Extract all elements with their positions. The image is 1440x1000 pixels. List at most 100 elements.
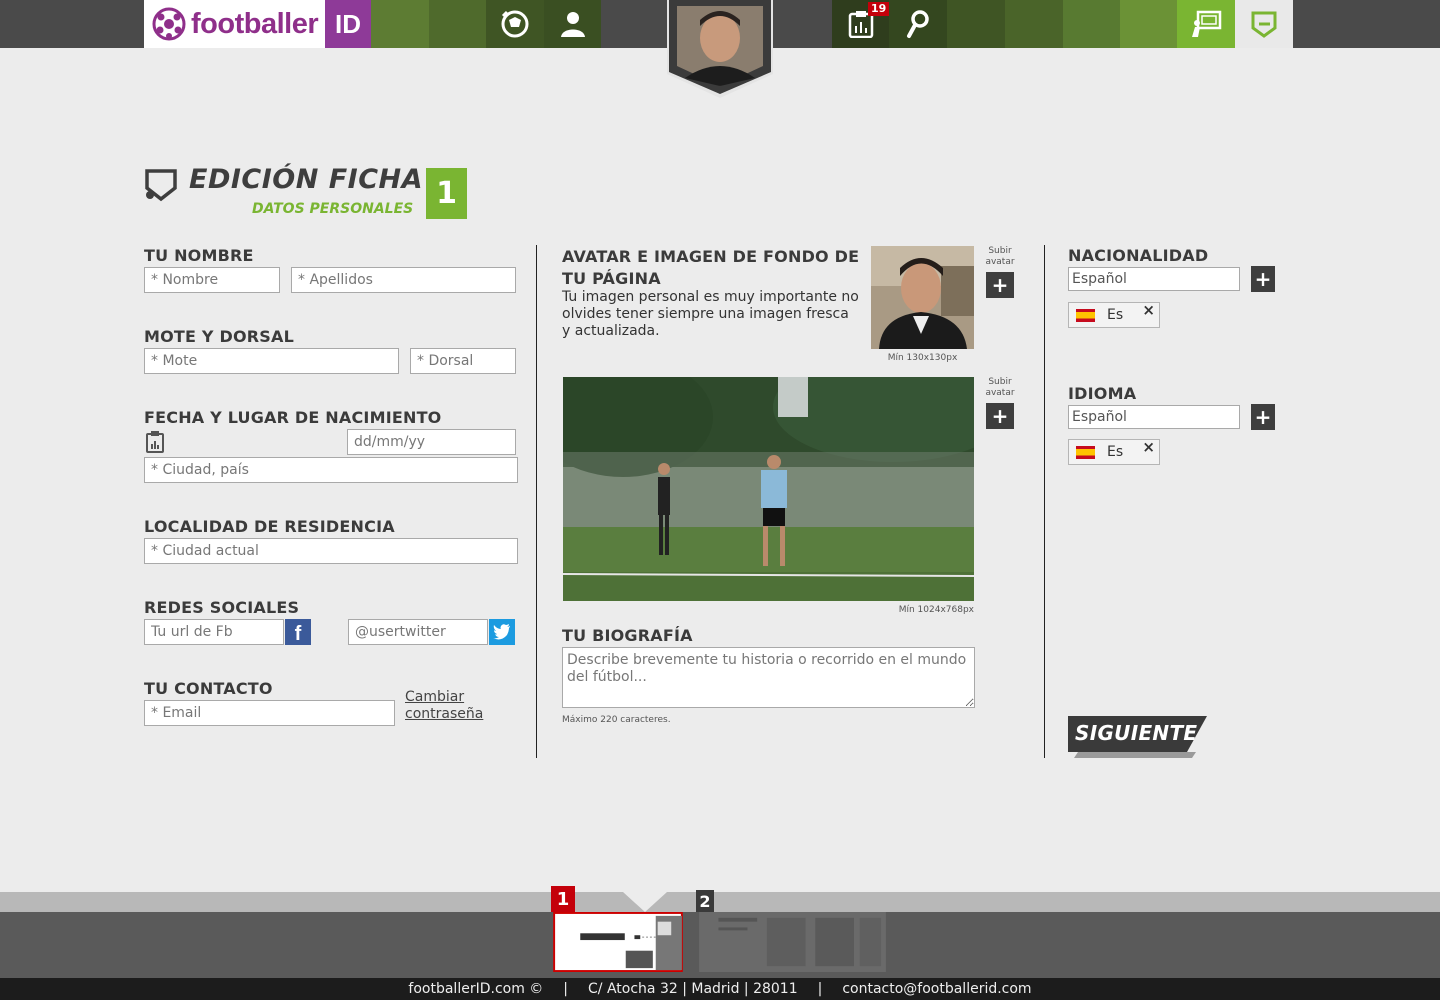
social-label: REDES SOCIALES (144, 598, 300, 617)
page-title: EDICIÓN FICHA (189, 164, 424, 195)
upload-label-line: avatar (985, 257, 1015, 267)
nick-number-label: MOTE Y DORSAL (144, 327, 294, 346)
shield-edit-icon (145, 169, 177, 202)
residence-label: LOCALIDAD DE RESIDENCIA (144, 517, 395, 536)
plus-icon: + (1254, 267, 1272, 291)
twitter-icon[interactable] (489, 619, 515, 645)
facebook-url-field[interactable] (144, 619, 284, 645)
avatar-label-line: TU PÁGINA (562, 269, 661, 288)
column-divider (536, 245, 537, 758)
user-avatar[interactable] (667, 0, 773, 98)
remove-icon[interactable]: × (1142, 301, 1155, 319)
plus-icon: + (991, 273, 1009, 297)
page-subtitle: DATOS PERSONALES (252, 201, 414, 217)
residence-field[interactable] (144, 538, 518, 564)
change-password-link[interactable]: Cambiar contraseña (405, 689, 483, 723)
avatar-description-line: olvides tener siempre una imagen fresca (562, 306, 849, 322)
nationality-field[interactable] (1068, 267, 1240, 291)
first-name-field[interactable] (144, 267, 280, 293)
search-icon (907, 10, 929, 38)
next-button[interactable]: SIGUIENTE (1075, 721, 1197, 745)
plus-icon: + (991, 404, 1009, 428)
twitter-user-field[interactable] (348, 619, 488, 645)
nav-ball-button[interactable] (486, 0, 544, 48)
avatar-min-size: Mín 130x130px (887, 353, 958, 363)
brand-id-box: ID (325, 0, 371, 48)
nav-tile (1120, 0, 1177, 48)
email-field[interactable] (144, 700, 395, 726)
last-name-field[interactable] (291, 267, 516, 293)
footer-separator: | (563, 981, 569, 997)
change-password-line: Cambiar (405, 689, 465, 705)
nav-tile (773, 0, 832, 48)
bio-textarea[interactable] (562, 647, 975, 708)
column-divider (1044, 245, 1045, 758)
nav-tile (1063, 0, 1120, 48)
avatar-description-line: Tu imagen personal es muy importante no (562, 289, 859, 305)
change-password-line: contraseña (405, 706, 484, 722)
background-image (563, 377, 974, 601)
notification-badge: 19 (868, 2, 890, 16)
nationality-chip: Es × (1068, 301, 1160, 328)
language-field[interactable] (1068, 405, 1240, 429)
steps-strip-top (0, 892, 1440, 912)
upload-avatar-button[interactable]: + (986, 272, 1014, 298)
nav-tile (947, 0, 1005, 48)
bio-label: TU BIOGRAFÍA (562, 626, 693, 645)
step-indicator: 1 (426, 168, 467, 219)
step-2-thumbnail[interactable] (696, 912, 889, 972)
nav-edit-profile-button[interactable] (1235, 0, 1293, 48)
facebook-icon[interactable]: f (285, 619, 311, 645)
footer-email[interactable]: contacto@footballerid.com (842, 981, 1031, 997)
spain-flag-icon (1076, 308, 1095, 322)
nav-tile (1005, 0, 1063, 48)
background-min-size: Mín 1024x768px (898, 605, 974, 615)
nav-tile (601, 0, 667, 48)
language-chip: Es × (1068, 438, 1160, 465)
name-label: TU NOMBRE (144, 246, 254, 265)
birth-date-field[interactable] (347, 429, 516, 455)
upload-avatar-label: Subir avatar (983, 246, 1017, 268)
current-step-pointer (623, 892, 667, 912)
bio-max-length: Máximo 220 caracteres. (562, 715, 671, 725)
language-chip-label: Es (1107, 444, 1124, 460)
birth-label: FECHA Y LUGAR DE NACIMIENTO (144, 408, 442, 427)
step-1-thumbnail[interactable] (551, 912, 685, 972)
brand-text: footballer (191, 7, 319, 40)
user-icon (560, 12, 585, 37)
upload-label-line: Subir (988, 377, 1012, 387)
avatar-image (871, 246, 974, 349)
footer-bar: footballerID.com © | C/ Atocha 32 | Madr… (0, 978, 1440, 1000)
upload-label-line: avatar (985, 388, 1015, 398)
footer-address: C/ Atocha 32 | Madrid | 28011 (588, 981, 798, 997)
football-logo-icon (152, 7, 186, 41)
upload-background-label: Subir avatar (983, 377, 1017, 399)
nav-search-button[interactable] (889, 0, 947, 48)
nav-tile (371, 0, 429, 48)
upload-label-line: Subir (988, 246, 1012, 256)
footer-separator: | (817, 981, 823, 997)
birthplace-field[interactable] (144, 457, 518, 483)
nav-profile-button[interactable] (544, 0, 601, 48)
footer-site[interactable]: footballerID.com © (408, 981, 543, 997)
tactics-board-icon (1192, 10, 1222, 37)
calendar-icon[interactable] (145, 430, 165, 454)
remove-icon[interactable]: × (1142, 438, 1155, 456)
nationality-label: NACIONALIDAD (1068, 246, 1209, 265)
avatar-label: AVATAR E IMAGEN DE FONDO DE TU PÁGINA (562, 246, 859, 290)
add-language-button[interactable]: + (1251, 404, 1275, 430)
nickname-field[interactable] (144, 348, 399, 374)
spain-flag-icon (1076, 445, 1095, 459)
brand-logo[interactable]: footballer (144, 0, 325, 48)
step-2-number: 2 (696, 890, 714, 912)
nav-tile (429, 0, 486, 48)
shield-edit-icon (1251, 11, 1277, 38)
step-1-number: 1 (551, 886, 575, 912)
add-nationality-button[interactable]: + (1251, 266, 1275, 292)
football-icon (501, 10, 529, 38)
shirt-number-field[interactable] (410, 348, 516, 374)
avatar-description-line: y actualizada. (562, 323, 660, 339)
upload-background-button[interactable]: + (986, 403, 1014, 429)
nav-tactics-button[interactable] (1177, 0, 1235, 48)
nationality-chip-label: Es (1107, 307, 1124, 323)
